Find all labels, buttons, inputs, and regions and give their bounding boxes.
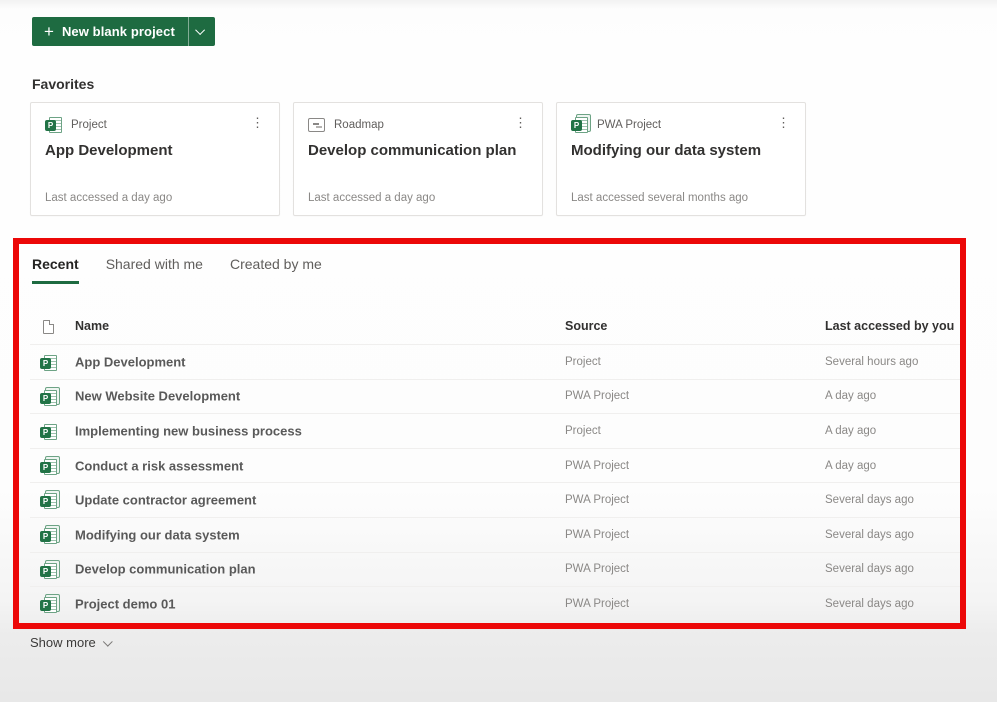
card-last-accessed: Last accessed a day ago: [45, 192, 172, 204]
new-blank-project-split-button: + New blank project: [32, 17, 215, 46]
tab-shared-with-me[interactable]: Shared with me: [106, 256, 203, 284]
pwa-project-file-icon: [40, 527, 58, 544]
more-options-icon[interactable]: ⋮: [509, 113, 532, 132]
card-header: Roadmap: [308, 116, 528, 133]
table-row[interactable]: Project demo 01 PWA Project Several days…: [30, 586, 965, 621]
table-row[interactable]: Update contractor agreement PWA Project …: [30, 482, 965, 517]
tab-recent[interactable]: Recent: [32, 256, 79, 284]
row-name: New Website Development: [75, 389, 240, 404]
chevron-down-icon: [103, 637, 113, 647]
pwa-project-file-icon: [40, 389, 58, 406]
table-header: Name Source Last accessed by you: [30, 315, 965, 344]
favorite-card-app-development[interactable]: Project ⋮ App Development Last accessed …: [30, 102, 280, 216]
new-project-dropdown-button[interactable]: [188, 17, 215, 46]
row-source: PWA Project: [565, 598, 629, 610]
card-header: PWA Project: [571, 116, 791, 133]
more-options-icon[interactable]: ⋮: [772, 113, 795, 132]
row-name: Update contractor agreement: [75, 493, 256, 508]
favorites-cards: Project ⋮ App Development Last accessed …: [30, 102, 806, 216]
pwa-project-file-icon: [40, 492, 58, 509]
row-source: PWA Project: [565, 563, 629, 575]
card-type-label: PWA Project: [597, 119, 661, 131]
card-title: Modifying our data system: [571, 142, 791, 159]
favorite-card-develop-communication-plan[interactable]: Roadmap ⋮ Develop communication plan Las…: [293, 102, 543, 216]
row-name: Project demo 01: [75, 596, 175, 611]
row-name: Conduct a risk assessment: [75, 458, 243, 473]
row-source: PWA Project: [565, 529, 629, 541]
row-name: Implementing new business process: [75, 423, 302, 438]
row-last-accessed: Several days ago: [825, 598, 914, 610]
row-last-accessed: A day ago: [825, 390, 876, 402]
row-source: PWA Project: [565, 494, 629, 506]
plus-icon: +: [44, 23, 54, 40]
card-type-label: Roadmap: [334, 119, 384, 131]
table-row[interactable]: Implementing new business process Projec…: [30, 413, 965, 448]
recent-tabs: Recent Shared with me Created by me: [32, 256, 322, 284]
table-row[interactable]: New Website Development PWA Project A da…: [30, 379, 965, 414]
new-blank-project-label: New blank project: [62, 24, 175, 39]
card-last-accessed: Last accessed several months ago: [571, 192, 748, 204]
project-file-icon: [40, 354, 58, 371]
card-type-label: Project: [71, 119, 107, 131]
row-source: Project: [565, 425, 601, 437]
pwa-project-file-icon: [571, 116, 589, 133]
column-header-last-accessed[interactable]: Last accessed by you: [825, 319, 954, 333]
show-more-label: Show more: [30, 635, 96, 650]
row-last-accessed: Several days ago: [825, 494, 914, 506]
tab-created-by-me[interactable]: Created by me: [230, 256, 322, 284]
table-row[interactable]: Modifying our data system PWA Project Se…: [30, 517, 965, 552]
recent-projects-table: Name Source Last accessed by you App Dev…: [30, 315, 965, 621]
row-name: App Development: [75, 354, 186, 369]
table-row[interactable]: Develop communication plan PWA Project S…: [30, 552, 965, 587]
project-file-icon: [40, 423, 58, 440]
row-name: Develop communication plan: [75, 562, 256, 577]
pwa-project-file-icon: [40, 458, 58, 475]
row-source: PWA Project: [565, 460, 629, 472]
more-options-icon[interactable]: ⋮: [246, 113, 269, 132]
pwa-project-file-icon: [40, 562, 58, 579]
row-last-accessed: Several days ago: [825, 563, 914, 575]
roadmap-icon: [308, 116, 326, 133]
show-more-button[interactable]: Show more: [30, 635, 112, 650]
card-header: Project: [45, 116, 265, 133]
document-icon: [43, 320, 54, 334]
row-last-accessed: Several hours ago: [825, 356, 918, 368]
project-file-icon: [45, 116, 63, 133]
row-last-accessed: A day ago: [825, 425, 876, 437]
row-last-accessed: A day ago: [825, 460, 876, 472]
table-row[interactable]: App Development Project Several hours ag…: [30, 344, 965, 379]
row-last-accessed: Several days ago: [825, 529, 914, 541]
card-title: App Development: [45, 142, 265, 159]
column-header-name[interactable]: Name: [75, 319, 109, 333]
row-name: Modifying our data system: [75, 527, 240, 542]
column-header-source[interactable]: Source: [565, 319, 607, 333]
card-last-accessed: Last accessed a day ago: [308, 192, 435, 204]
favorites-heading: Favorites: [32, 76, 94, 92]
table-row[interactable]: Conduct a risk assessment PWA Project A …: [30, 448, 965, 483]
card-title: Develop communication plan: [308, 142, 528, 159]
favorite-card-modifying-our-data-system[interactable]: PWA Project ⋮ Modifying our data system …: [556, 102, 806, 216]
pwa-project-file-icon: [40, 596, 58, 613]
row-source: Project: [565, 356, 601, 368]
project-home-page: + New blank project Favorites Project ⋮ …: [0, 0, 997, 702]
row-source: PWA Project: [565, 390, 629, 402]
chevron-down-icon: [196, 25, 206, 35]
new-blank-project-button[interactable]: + New blank project: [32, 17, 188, 46]
